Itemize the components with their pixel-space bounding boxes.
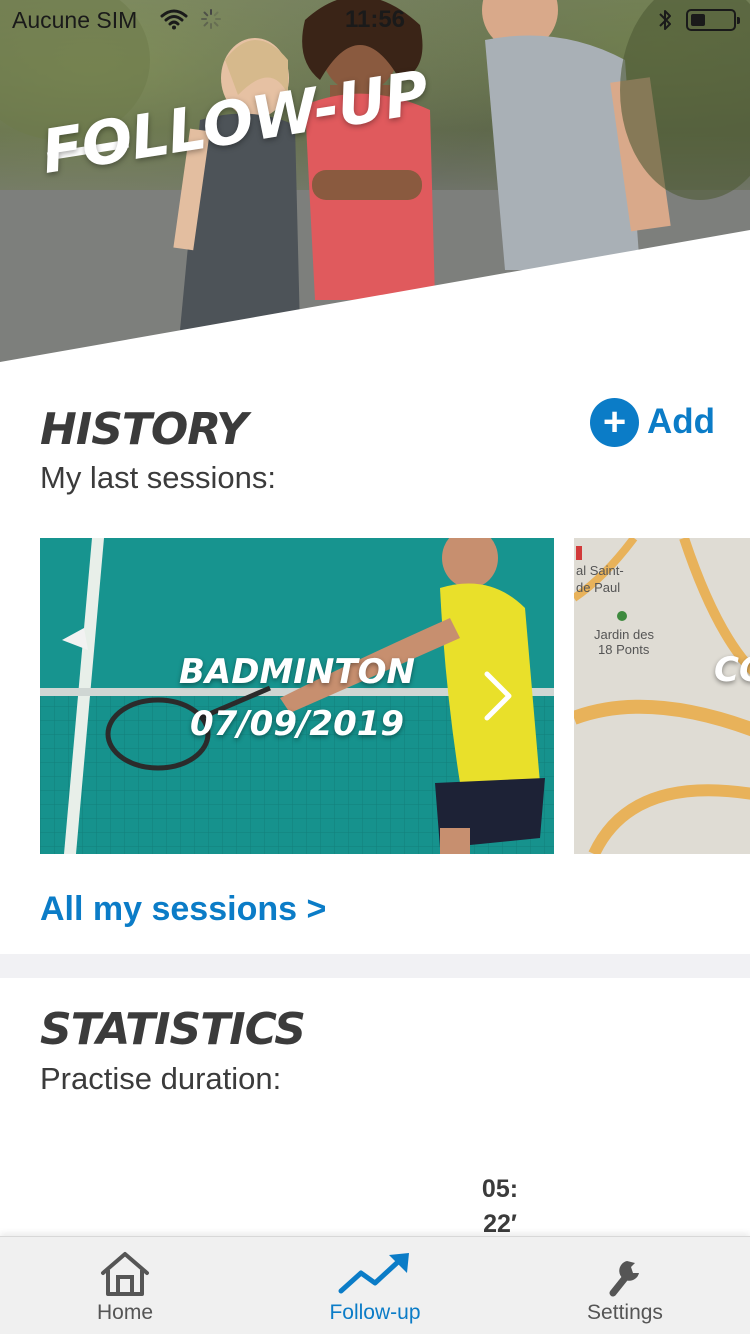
bluetooth-icon: [659, 10, 671, 30]
tab-follow-up-label: Follow-up: [329, 1301, 421, 1324]
clock-label: 11:56: [344, 6, 406, 33]
section-divider: [0, 954, 750, 978]
duration-line-1: 05:: [481, 1175, 519, 1203]
all-sessions-link[interactable]: All my sessions >: [40, 890, 326, 929]
tab-settings[interactable]: Settings: [500, 1237, 750, 1334]
chevron-right-icon: [484, 671, 512, 721]
tab-home[interactable]: Home: [0, 1237, 250, 1334]
map-label-1: al Saint-: [576, 563, 624, 578]
session-sport: BADMINTON: [179, 652, 415, 692]
status-bar: Aucune SIM 11:56: [0, 0, 750, 40]
hero-banner: FOLLOW-UP: [0, 0, 750, 370]
practise-duration-value: 05: 22′: [470, 1172, 530, 1242]
history-subtitle: My last sessions:: [40, 460, 277, 495]
tab-settings-label: Settings: [587, 1301, 663, 1324]
statistics-subtitle: Practise duration:: [40, 1061, 282, 1096]
battery-level: [691, 14, 705, 26]
session-card-badminton[interactable]: BADMINTON 07/09/2019: [40, 538, 554, 854]
session-card-map[interactable]: al Saint- de Paul Jardin des 18 Ponts CO: [574, 538, 750, 854]
home-icon: [101, 1252, 149, 1296]
trend-up-icon: [338, 1253, 409, 1294]
add-label: Add: [647, 402, 716, 441]
add-session-button[interactable]: + Add: [590, 397, 715, 447]
tab-bar: Home Follow-up Settings: [0, 1236, 750, 1334]
tab-home-label: Home: [96, 1301, 154, 1324]
history-title: HISTORY: [40, 404, 248, 455]
hero-diagonal-cut: [0, 230, 750, 370]
map-label-2: de Paul: [576, 580, 621, 595]
map-label-4: 18 Ponts: [598, 642, 650, 657]
session-date: 07/09/2019: [189, 704, 405, 744]
plus-icon: +: [590, 397, 639, 447]
battery-icon: [686, 9, 740, 31]
sessions-carousel[interactable]: BADMINTON 07/09/2019 al Saint- de Paul J…: [40, 538, 750, 854]
wrench-icon: [609, 1261, 639, 1297]
tab-follow-up[interactable]: Follow-up: [250, 1237, 500, 1334]
statistics-title: STATISTICS: [40, 1004, 306, 1055]
session-sport-2: CO: [714, 650, 750, 690]
